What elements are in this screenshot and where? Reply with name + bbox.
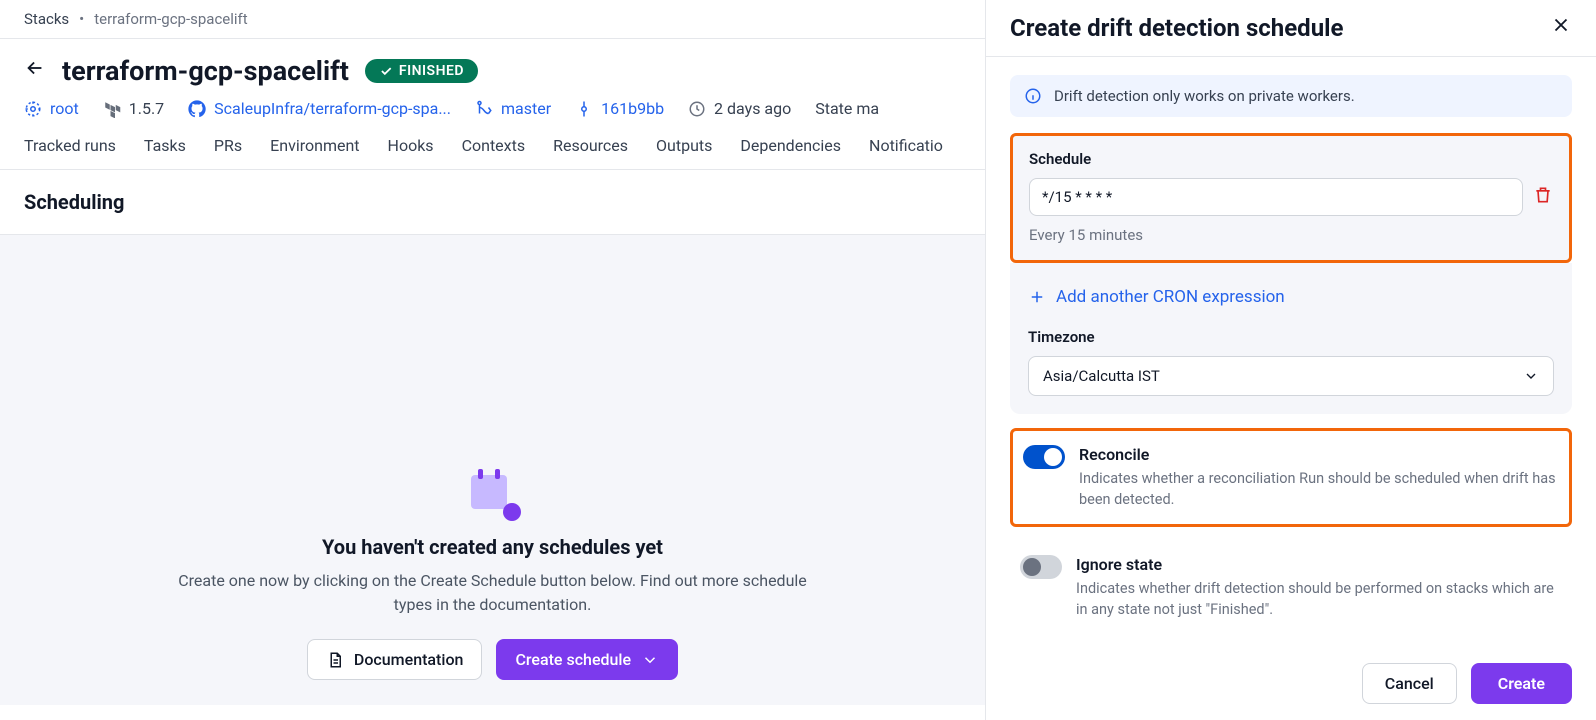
tab-prs[interactable]: PRs [214, 136, 242, 169]
ignore-title: Ignore state [1076, 555, 1562, 574]
branch-icon [475, 100, 493, 118]
meta-version: 1.5.7 [103, 99, 164, 118]
ignore-state-toggle[interactable] [1020, 555, 1062, 579]
add-cron-label: Add another CRON expression [1056, 287, 1285, 307]
breadcrumb-separator: • [79, 10, 84, 28]
reconcile-title: Reconcile [1079, 445, 1559, 464]
schedule-extras-card: Add another CRON expression Timezone Asi… [1010, 263, 1572, 414]
empty-state: You haven't created any schedules yet Cr… [0, 235, 985, 705]
meta-root[interactable]: root [24, 99, 79, 118]
schedule-card: Schedule Every 15 minutes [1010, 133, 1572, 263]
schedule-input[interactable] [1029, 178, 1523, 216]
stack-title: terraform-gcp-spacelift [62, 55, 349, 87]
target-icon [24, 100, 42, 118]
side-panel: Create drift detection schedule Drift de… [985, 0, 1596, 720]
meta-repo[interactable]: ScaleupInfra/terraform-gcp-spa... [188, 99, 451, 118]
tab-tracked-runs[interactable]: Tracked runs [24, 136, 116, 169]
tabs: Tracked runs Tasks PRs Environment Hooks… [24, 136, 961, 169]
meta-age: 2 days ago [688, 99, 791, 118]
empty-description: Create one now by clicking on the Create… [173, 569, 813, 617]
commit-icon [575, 100, 593, 118]
timezone-value: Asia/Calcutta IST [1043, 367, 1160, 385]
reconcile-toggle[interactable] [1023, 445, 1065, 469]
close-icon[interactable] [1550, 14, 1572, 42]
document-icon [326, 651, 344, 669]
create-schedule-button-label: Create schedule [515, 650, 631, 669]
chevron-down-icon [1523, 368, 1539, 384]
tab-hooks[interactable]: Hooks [388, 136, 434, 169]
ignore-state-block: Ignore state Indicates whether drift det… [1010, 541, 1572, 634]
documentation-button-label: Documentation [354, 650, 464, 669]
tab-contexts[interactable]: Contexts [462, 136, 526, 169]
check-icon [379, 64, 393, 78]
section-title: Scheduling [0, 170, 985, 235]
panel-title: Create drift detection schedule [1010, 14, 1343, 42]
schedule-hint: Every 15 minutes [1029, 226, 1553, 244]
tab-resources[interactable]: Resources [553, 136, 628, 169]
tab-tasks[interactable]: Tasks [144, 136, 186, 169]
create-button[interactable]: Create [1471, 663, 1572, 704]
breadcrumb-root[interactable]: Stacks [24, 10, 69, 28]
tab-dependencies[interactable]: Dependencies [740, 136, 841, 169]
empty-title: You haven't created any schedules yet [0, 535, 985, 559]
meta-branch[interactable]: master [475, 99, 551, 118]
create-schedule-button[interactable]: Create schedule [496, 639, 678, 680]
cancel-button[interactable]: Cancel [1362, 663, 1457, 704]
terraform-icon [103, 100, 121, 118]
ignore-desc: Indicates whether drift detection should… [1076, 578, 1562, 620]
plus-icon [1028, 288, 1046, 306]
delete-schedule-icon[interactable] [1533, 185, 1553, 209]
timezone-select[interactable]: Asia/Calcutta IST [1028, 356, 1554, 396]
breadcrumb: Stacks • terraform-gcp-spacelift [0, 0, 985, 38]
info-icon [1024, 87, 1042, 105]
schedule-label: Schedule [1029, 150, 1553, 168]
info-banner: Drift detection only works on private wo… [1010, 75, 1572, 117]
tab-notifications[interactable]: Notificatio [869, 136, 943, 169]
status-badge: FINISHED [365, 59, 478, 83]
meta-commit[interactable]: 161b9bb [575, 99, 664, 118]
breadcrumb-current: terraform-gcp-spacelift [94, 10, 247, 28]
reconcile-desc: Indicates whether a reconciliation Run s… [1079, 468, 1559, 510]
meta-row: root 1.5.7 ScaleupInfra/terraform-gcp-sp… [24, 99, 961, 118]
reconcile-block: Reconcile Indicates whether a reconcilia… [1010, 428, 1572, 527]
github-icon [188, 100, 206, 118]
clock-icon [688, 100, 706, 118]
back-arrow-icon[interactable] [24, 57, 46, 85]
chevron-down-icon [641, 651, 659, 669]
info-text: Drift detection only works on private wo… [1054, 87, 1355, 105]
add-cron-button[interactable]: Add another CRON expression [1028, 287, 1285, 307]
status-badge-label: FINISHED [399, 63, 464, 79]
tab-outputs[interactable]: Outputs [656, 136, 712, 169]
timezone-label: Timezone [1028, 328, 1554, 346]
documentation-button[interactable]: Documentation [307, 639, 483, 680]
tab-environment[interactable]: Environment [270, 136, 359, 169]
calendar-clock-icon [471, 475, 515, 515]
meta-state: State ma [815, 99, 879, 118]
